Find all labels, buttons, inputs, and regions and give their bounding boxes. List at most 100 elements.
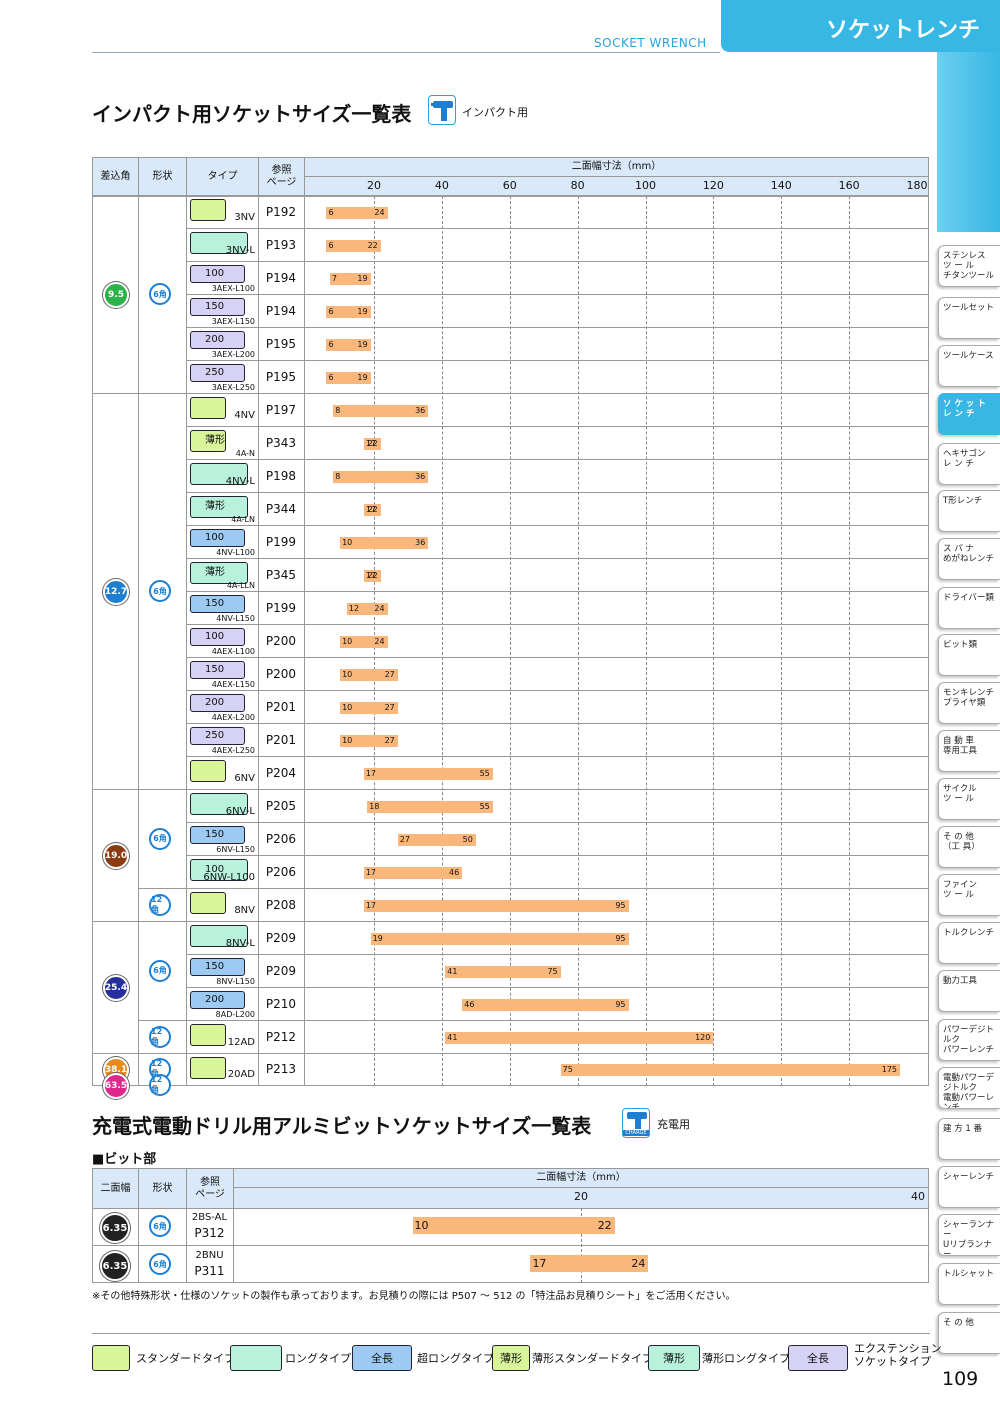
type-code: 8NV <box>234 905 255 916</box>
legend-swatch: 薄形 <box>492 1345 530 1371</box>
header-tab: ソケットレンチ <box>721 0 1000 52</box>
socket-shape: 100 <box>190 628 245 646</box>
sidebar-item[interactable]: ドライバー類 <box>938 587 1000 629</box>
axis-tick-label: 80 <box>570 179 585 192</box>
sidebar-item[interactable]: ファイン ツ ー ル <box>938 874 1000 916</box>
type-code: 8NV-L150 <box>216 977 255 986</box>
row-line <box>186 756 929 757</box>
type-code: 6NW-L100 <box>203 872 255 883</box>
type-code: 3AEX-L100 <box>211 284 255 293</box>
row-line <box>186 1053 929 1054</box>
column-line <box>138 196 139 1086</box>
header-type: タイプ <box>186 157 259 196</box>
size-range-bar: 10 27 <box>340 701 398 714</box>
type-code: 20AD <box>227 1069 255 1080</box>
sidebar-item[interactable]: ステンレス ツ ー ル チタンツール <box>938 245 1000 287</box>
row-line <box>186 591 929 592</box>
range-min: 10 <box>342 702 353 712</box>
row-line <box>186 393 929 394</box>
type-code: 4AEX-L100 <box>211 647 255 656</box>
sidebar-item[interactable]: ビット類 <box>938 634 1000 676</box>
header-bit-ref: 参照 ページ <box>186 1168 234 1209</box>
grid-line <box>781 196 783 1086</box>
row-line <box>186 1020 929 1021</box>
header-size: 二面幅寸法（mm） <box>304 157 929 177</box>
bit-size-badge: 6.35 <box>100 1213 130 1243</box>
sidebar-item[interactable]: そ の 他 <box>938 1312 1000 1354</box>
size-range-bar: 17 22 <box>363 503 381 516</box>
range-max: 27 <box>384 735 395 745</box>
range-min: 17 <box>365 867 376 877</box>
sidebar-item[interactable]: 自 動 車 専用工具 <box>938 730 1000 772</box>
axis-tick-label: 100 <box>635 179 656 192</box>
socket-shape-label: 200 <box>205 334 225 345</box>
range-max: 22 <box>367 438 378 448</box>
sidebar-item[interactable]: シャーレンチ <box>938 1166 1000 1208</box>
impact-wrench-icon <box>428 95 456 125</box>
range-max: 175 <box>881 1065 898 1074</box>
range-max: 36 <box>415 537 426 547</box>
sidebar-item[interactable]: ヘキサゴン レ ン チ <box>938 443 1000 485</box>
socket-shape: 150 <box>190 298 245 316</box>
socket-shape-label: 200 <box>205 697 225 708</box>
hex-shape-icon: 6角 <box>149 827 171 850</box>
range-min: 6 <box>328 207 334 217</box>
sidebar-item[interactable]: シャーランナー Uリブランナー <box>938 1214 1000 1256</box>
legend-text: エクステンション ソケットタイプ <box>854 1342 942 1368</box>
socket-shape-label: 150 <box>205 301 225 312</box>
sidebar-item[interactable]: サイクル ツ ー ル <box>938 778 1000 820</box>
socket-shape: 200 <box>190 331 245 349</box>
section2-tag: 充電用 <box>657 1118 690 1131</box>
socket-shape-label: 薄形 <box>205 435 225 446</box>
socket-shape: 200 <box>190 694 245 712</box>
ref-page: P194 <box>265 303 297 318</box>
type-code: 4AEX-L200 <box>211 713 255 722</box>
range-max: 27 <box>384 702 395 712</box>
type-code: 4A-LN <box>231 515 255 524</box>
axis-tick-label: 140 <box>770 179 792 192</box>
sidebar-item[interactable]: ツールケース <box>938 345 1000 387</box>
grid-line <box>577 196 579 1086</box>
ref-page: P199 <box>265 534 297 549</box>
bit-code: 2BS-AL <box>191 1212 228 1223</box>
range-max: 55 <box>479 801 490 811</box>
hex-shape-icon: 6角 <box>149 283 171 305</box>
type-code: 4NV-L150 <box>216 614 255 623</box>
range-max: 24 <box>374 603 385 613</box>
sidebar-item[interactable]: トルクレンチ <box>938 922 1000 964</box>
sidebar-item[interactable]: パワーデジトルク パワーレンチ <box>938 1019 1000 1061</box>
range-max: 50 <box>462 834 473 844</box>
sidebar-item[interactable]: 電動パワーデジトルク 電動パワーレンチ シンプルトルコン <box>938 1067 1000 1109</box>
socket-shape: 250 <box>190 727 245 745</box>
axis-tick-label: 180 <box>906 179 928 192</box>
sidebar-item[interactable]: 動力工具 <box>938 970 1000 1012</box>
range-max: 19 <box>357 372 368 382</box>
ref-page: P210 <box>265 996 297 1011</box>
row-line <box>186 888 929 889</box>
sidebar-item[interactable]: トルシャット <box>938 1263 1000 1305</box>
socket-shape-label: 150 <box>205 664 225 675</box>
legend-text: ロングタイプ <box>285 1352 351 1365</box>
size-range-bar: 41 120 <box>445 1031 714 1044</box>
socket-shape: 150 <box>190 661 245 679</box>
row-line <box>186 921 929 922</box>
legend-swatch <box>230 1345 282 1371</box>
sidebar-item[interactable]: 建 方 1 番 <box>938 1118 1000 1160</box>
socket-shape: 150 <box>190 958 245 976</box>
bit-code: 2BNU <box>195 1250 224 1261</box>
sidebar-item[interactable]: そ の 他 （工 具） <box>938 826 1000 868</box>
row-line <box>186 558 929 559</box>
header-drive: 差込角 <box>92 157 139 196</box>
legend-text: 薄形スタンダードタイプ <box>532 1352 653 1365</box>
size-range-bar: 12 24 <box>346 602 388 615</box>
sidebar-item[interactable]: モンキレンチ プライヤ類 <box>938 682 1000 724</box>
sidebar-item[interactable]: ツールセット <box>938 297 1000 339</box>
range-min: 41 <box>447 966 458 976</box>
ref-page: P194 <box>265 270 297 285</box>
sidebar-item[interactable]: ソ ケ ッ ト レ ン チ <box>938 393 1000 435</box>
row-line <box>186 525 929 526</box>
size-range-bar: 10 36 <box>340 536 429 549</box>
sidebar-item[interactable]: ス パ ナ めがねレンチ <box>938 538 1000 580</box>
sidebar-item[interactable]: T形レンチ <box>938 490 1000 532</box>
ref-page: P206 <box>265 864 297 879</box>
